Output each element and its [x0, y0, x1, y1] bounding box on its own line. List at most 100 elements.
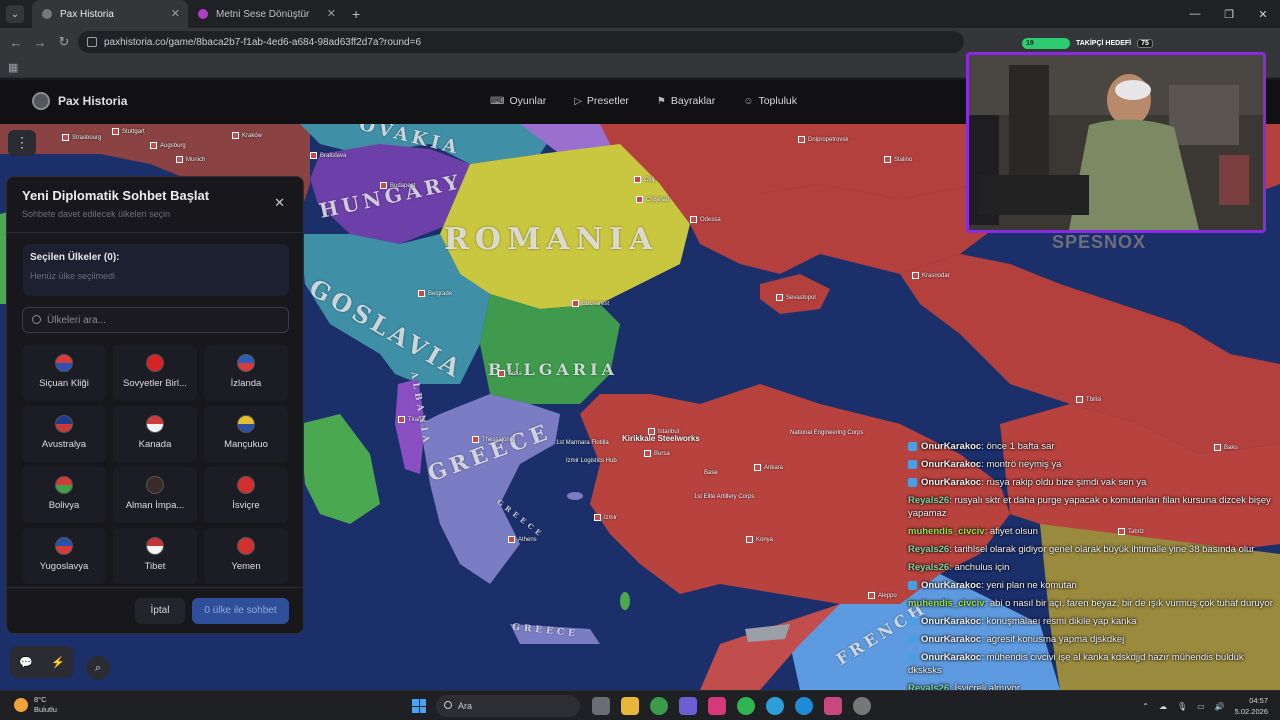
poi-artillery[interactable]: 1st Elite Artillery Corps	[694, 494, 754, 500]
city-augsburg[interactable]: Augsburg	[150, 142, 186, 149]
country-card[interactable]: İzlanda	[204, 345, 288, 401]
obs-icon[interactable]	[853, 697, 871, 715]
city-krakow[interactable]: Kraków	[232, 132, 262, 139]
close-tab-icon[interactable]: ✕	[171, 7, 180, 20]
cancel-button[interactable]: İptal	[135, 598, 185, 624]
city-odessa[interactable]: Odessa	[690, 216, 721, 223]
weather-widget[interactable]: 8°C Bulutlu	[14, 695, 57, 715]
city-sofia[interactable]: Sofia	[498, 370, 522, 377]
country-card[interactable]: Mançukuo	[204, 406, 288, 462]
tab-metni-sese[interactable]: Metni Sese Dönüştür ✕	[188, 0, 344, 28]
whatsapp-icon[interactable]	[737, 697, 755, 715]
chat-username: OnurKarakoc	[921, 580, 982, 591]
poi-flotilla[interactable]: 1st Marmara Flotilla	[556, 440, 609, 446]
city-munich[interactable]: Munich	[176, 156, 205, 163]
start-chat-button[interactable]: 0 ülke ile sohbet	[192, 598, 289, 624]
close-window-icon[interactable]: ✕	[1246, 0, 1280, 28]
poi-engineering-corps[interactable]: National Engineering Corps	[790, 430, 863, 436]
city-izmir[interactable]: Izmir	[594, 514, 617, 521]
taskbar-search[interactable]: Ara	[436, 695, 580, 717]
poi-base[interactable]: Base	[704, 470, 718, 476]
restore-icon[interactable]: ❐	[1212, 0, 1246, 28]
poi-logistics[interactable]: Izmir Logistics Hub	[566, 458, 617, 464]
edge-icon[interactable]	[795, 697, 813, 715]
nav-oyunlar[interactable]: ⌨ Oyunlar	[490, 95, 546, 107]
tab-search-button[interactable]: ⌄	[6, 5, 24, 23]
chevron-up-icon[interactable]: ⌃	[1142, 702, 1149, 711]
pax-favicon-icon	[42, 9, 52, 19]
chat-bubble-icon[interactable]: 💬	[19, 656, 33, 669]
file-explorer-icon[interactable]	[621, 697, 639, 715]
city-tirana[interactable]: Tirana	[398, 416, 425, 423]
city-athens[interactable]: Athens	[508, 536, 537, 543]
city-cluj[interactable]: Cluj	[634, 176, 654, 183]
city-ankara[interactable]: Ankara	[754, 464, 783, 471]
city-bucharest[interactable]: Bucharest	[572, 300, 609, 307]
country-card[interactable]: Kanada	[113, 406, 197, 462]
new-tab-icon[interactable]: +	[352, 6, 360, 22]
country-card[interactable]: İsviçre	[204, 467, 288, 523]
country-search-input[interactable]: Ülkeleri ara...	[22, 307, 289, 333]
photos-icon[interactable]	[824, 697, 842, 715]
telegram-icon[interactable]	[766, 697, 784, 715]
tts-favicon-icon	[198, 9, 208, 19]
tab-pax-historia[interactable]: Pax Historia ✕	[32, 0, 188, 28]
chat-username: OnurKarakoc	[921, 652, 982, 663]
city-aleppo[interactable]: Aleppo	[868, 592, 897, 599]
network-icon[interactable]: ▭	[1197, 702, 1205, 711]
mic-icon[interactable]: 🎙	[1177, 702, 1187, 711]
city-chisinau[interactable]: Chişinău	[636, 196, 669, 203]
chrome-icon[interactable]	[650, 697, 668, 715]
url-field[interactable]: paxhistoria.co/game/8baca2b7-f1ab-4ed6-a…	[78, 31, 964, 53]
city-konya[interactable]: Konya	[746, 536, 773, 543]
forward-icon[interactable]: →	[28, 35, 52, 50]
chat-text: : anchulus için	[949, 562, 1010, 573]
chat-username: OnurKarakoc	[921, 459, 982, 470]
site-logo[interactable]: Pax Historia	[32, 92, 127, 110]
city-krasnodar[interactable]: Krasnodar	[912, 272, 950, 279]
windows-start-icon[interactable]	[412, 699, 426, 713]
city-tbilisi[interactable]: Tbilisi	[1076, 396, 1101, 403]
city-belgrade[interactable]: Belgrade	[418, 290, 452, 297]
nav-label: Topluluk	[758, 95, 797, 107]
apps-grid-icon[interactable]: ▦	[8, 61, 18, 74]
country-card[interactable]: Sovyetler Birl...	[113, 345, 197, 401]
nav-bayraklar[interactable]: ⚑ Bayraklar	[657, 95, 715, 107]
back-icon[interactable]: ←	[4, 35, 28, 50]
country-card[interactable]: Yugoslavya	[22, 528, 106, 584]
country-card[interactable]: Avustralya	[22, 406, 106, 462]
nav-presetler[interactable]: ▷ Presetler	[574, 95, 629, 107]
city-strasbourg[interactable]: Strasbourg	[62, 134, 101, 141]
lightning-icon[interactable]: ⚡	[51, 656, 65, 669]
close-tab-icon[interactable]: ✕	[327, 7, 336, 20]
city-stalino[interactable]: Stalino	[884, 156, 912, 163]
map-search-button[interactable]: ⌕	[86, 656, 110, 680]
city-dnipropetrovsk[interactable]: Dnipropetrovsk	[798, 136, 848, 143]
map-menu-button[interactable]: ⋮	[8, 130, 36, 156]
city-budapest[interactable]: Budapest	[380, 182, 415, 189]
country-card[interactable]: Yemen	[204, 528, 288, 584]
country-card[interactable]: Tibet	[113, 528, 197, 584]
vpn-icon[interactable]	[679, 697, 697, 715]
cloud-icon[interactable]: ☁	[1159, 702, 1167, 711]
clock[interactable]: 04:57 5.02.2026	[1235, 695, 1268, 717]
city-bratislava[interactable]: Bratislava	[310, 152, 346, 159]
close-icon[interactable]: ✕	[274, 195, 285, 211]
city-sevastopol[interactable]: Sevastopol	[776, 294, 816, 301]
minimize-icon[interactable]: —	[1178, 0, 1212, 28]
country-card[interactable]: Alman İmpa...	[113, 467, 197, 523]
country-card[interactable]: Siçuan Kliği	[22, 345, 106, 401]
nav-topluluk[interactable]: ☺ Topluluk	[743, 95, 797, 107]
site-info-icon[interactable]	[87, 37, 97, 47]
streamer-camera-image	[969, 55, 1263, 230]
volume-icon[interactable]: 🔊	[1215, 702, 1225, 711]
instagram-icon[interactable]	[708, 697, 726, 715]
poi-steelworks[interactable]: Kirikkale Steelworks	[622, 434, 700, 443]
city-stuttgart[interactable]: Stuttgart	[112, 128, 145, 135]
task-view-icon[interactable]	[592, 697, 610, 715]
chat-text: : önce 1 bafta sar	[981, 441, 1055, 452]
reload-icon[interactable]: ↻	[52, 34, 76, 50]
country-card[interactable]: Bolivya	[22, 467, 106, 523]
city-bursa[interactable]: Bursa	[644, 450, 670, 457]
city-thessaloniki[interactable]: Thessaloniki	[472, 436, 515, 443]
